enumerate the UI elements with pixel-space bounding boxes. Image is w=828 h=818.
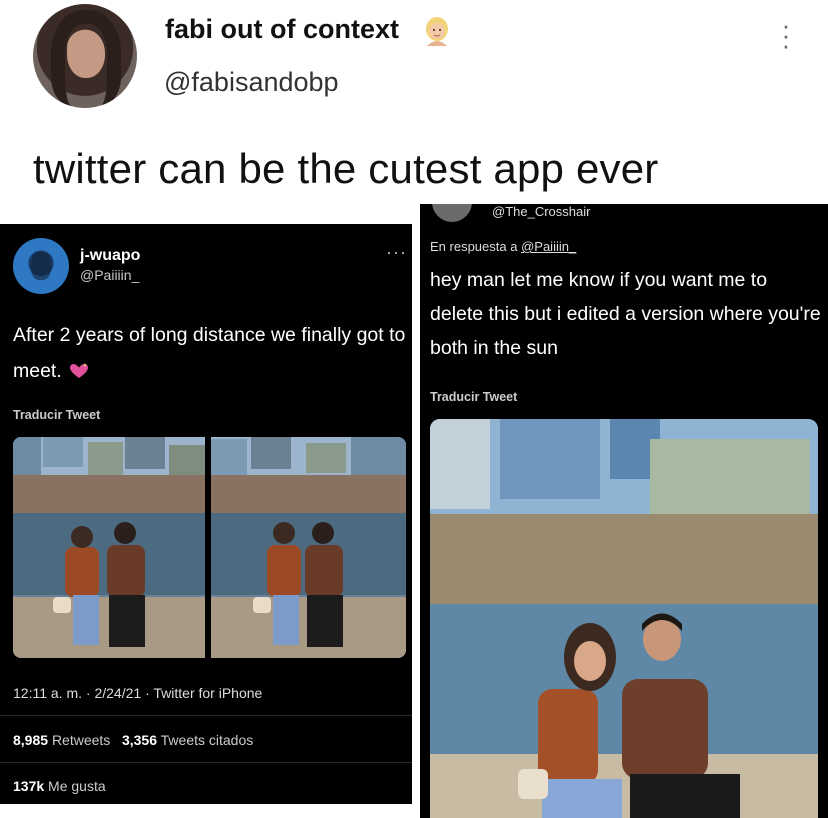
reply-prefix: En respuesta a: [430, 239, 518, 254]
reply-context: En respuesta a @Paiiiin_: [430, 239, 576, 254]
reply-mention-link[interactable]: @Paiiiin_: [521, 239, 576, 254]
embedded-avatar[interactable]: [13, 238, 69, 294]
embedded-tweet-text: After 2 years of long distance we finall…: [13, 317, 408, 389]
embedded-handle[interactable]: @Paiiiin_: [80, 267, 139, 283]
profile-avatar[interactable]: [33, 4, 137, 108]
divider: [0, 715, 412, 716]
tweet-date: 2/24/21: [94, 685, 142, 701]
avatar-face: [67, 30, 105, 78]
divider: [0, 762, 412, 763]
tweet-time: 12:11 a. m.: [13, 685, 83, 701]
retweets-label[interactable]: Retweets: [52, 732, 110, 748]
tweet-photo-1[interactable]: [13, 437, 205, 658]
embedded-more-icon[interactable]: ···: [386, 242, 407, 263]
translate-tweet-link[interactable]: Traducir Tweet: [13, 408, 100, 422]
user-handle[interactable]: @fabisandobp: [164, 67, 339, 98]
couple-sunny-photo-illustration: [430, 419, 818, 818]
display-name[interactable]: fabi out of context: [165, 14, 399, 45]
tweet-likes[interactable]: 137k Me gusta: [13, 778, 106, 794]
tweet-text: twitter can be the cutest app ever: [33, 145, 659, 192]
couple-photo-illustration: [211, 437, 406, 658]
likes-label[interactable]: Me gusta: [48, 778, 106, 794]
quote-tweets-label[interactable]: Tweets citados: [161, 732, 254, 748]
blonde-person-emoji-icon: [426, 17, 448, 46]
embedded-tweet-text: hey man let me know if you want me to de…: [430, 269, 821, 359]
tweet-timestamp: 12:11 a. m. · 2/24/21 · Twitter for iPho…: [13, 685, 263, 701]
embedded-tweet-screenshot-right: @The_Crosshair En respuesta a @Paiiiin_ …: [420, 204, 828, 818]
embedded-display-name[interactable]: j-wuapo: [80, 247, 140, 265]
couple-photo-illustration: [13, 437, 205, 658]
tweet-photo-edited[interactable]: [430, 419, 818, 818]
likes-count[interactable]: 137k: [13, 778, 44, 794]
embedded-avatar[interactable]: [432, 204, 472, 222]
sparkling-heart-icon: [70, 363, 89, 378]
tweet-stats: 8,985 Retweets 3,356 Tweets citados: [13, 732, 253, 748]
tweet-source-link[interactable]: Twitter for iPhone: [153, 685, 262, 701]
tweet-photo-2[interactable]: [211, 437, 406, 658]
quote-tweets-count[interactable]: 3,356: [122, 732, 157, 748]
translate-tweet-link[interactable]: Traducir Tweet: [430, 390, 517, 404]
embedded-tweet-screenshot-left: j-wuapo @Paiiiin_ ··· After 2 years of l…: [0, 224, 412, 804]
embedded-handle[interactable]: @The_Crosshair: [492, 204, 590, 219]
more-options-icon[interactable]: · · ·: [776, 12, 796, 58]
retweets-count[interactable]: 8,985: [13, 732, 48, 748]
